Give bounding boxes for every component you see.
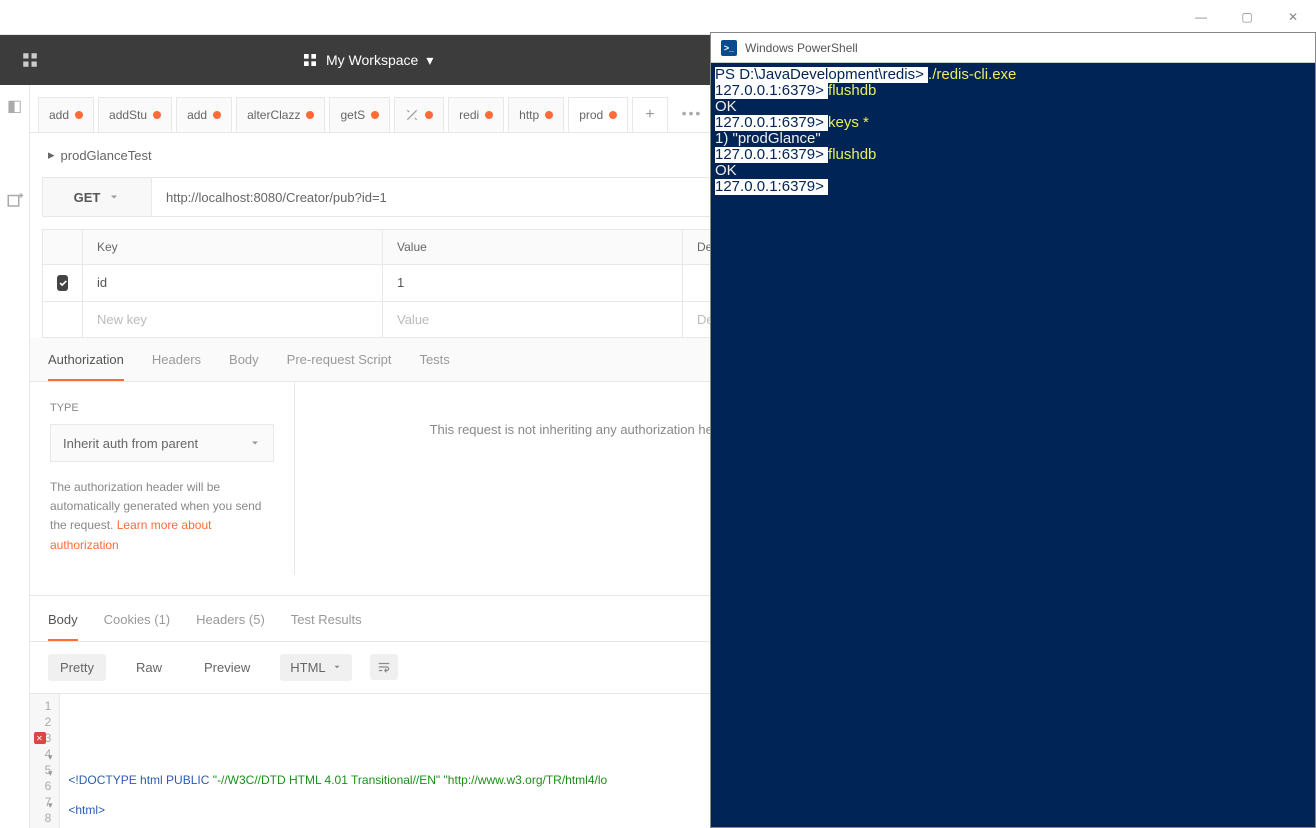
column-key: Key (83, 230, 383, 264)
unsaved-dot-icon (485, 111, 493, 119)
tab-add2[interactable]: add (176, 97, 232, 132)
tab-http[interactable]: http (508, 97, 564, 132)
auth-description: The authorization header will be automat… (50, 478, 274, 555)
param-key-placeholder[interactable]: New key (83, 302, 383, 337)
new-button[interactable] (16, 46, 44, 74)
subtab-tests[interactable]: Tests (419, 352, 449, 381)
breadcrumb-arrow-icon: ▸ (48, 147, 55, 163)
tab-prod[interactable]: prod (568, 97, 628, 132)
powershell-icon: >_ (721, 40, 737, 56)
chevron-down-icon (108, 191, 120, 203)
method-selector[interactable]: GET (42, 177, 152, 217)
wrap-icon (376, 660, 392, 674)
tab-untitled[interactable] (394, 97, 444, 132)
auth-type-select[interactable]: Inherit auth from parent (50, 424, 274, 462)
subtab-authorization[interactable]: Authorization (48, 352, 124, 381)
powershell-terminal[interactable]: PS D:\JavaDevelopment\redis> ./redis-cli… (711, 63, 1315, 199)
error-icon (34, 732, 46, 744)
chevron-down-icon: ▾ (426, 52, 433, 69)
unsaved-dot-icon (545, 111, 553, 119)
column-value: Value (383, 230, 683, 264)
grid-icon (302, 52, 318, 68)
chevron-down-icon (332, 662, 342, 672)
left-sidebar: ◧ (0, 85, 30, 828)
resp-tab-body[interactable]: Body (48, 612, 78, 641)
powershell-title: Windows PowerShell (745, 41, 858, 55)
param-key[interactable]: id (83, 265, 383, 301)
subtab-body[interactable]: Body (229, 352, 259, 381)
subtab-headers[interactable]: Headers (152, 352, 201, 381)
param-value[interactable]: 1 (383, 265, 683, 301)
subtab-prerequest[interactable]: Pre-request Script (287, 352, 392, 381)
view-pretty-button[interactable]: Pretty (48, 654, 106, 681)
unsaved-dot-icon (425, 111, 433, 119)
unsaved-dot-icon (75, 111, 83, 119)
unsaved-dot-icon (306, 111, 314, 119)
sidebar-collapse-icon[interactable]: ◧ (4, 95, 26, 117)
param-checkbox[interactable] (57, 275, 68, 291)
unsaved-dot-icon (153, 111, 161, 119)
check-icon (58, 278, 68, 288)
tab-add[interactable]: add (38, 97, 94, 132)
tab-addstu[interactable]: addStu (98, 97, 172, 132)
powershell-titlebar[interactable]: >_ Windows PowerShell (711, 33, 1315, 63)
unsaved-dot-icon (609, 111, 617, 119)
tab-redi[interactable]: redi (448, 97, 504, 132)
window-titlebar: — ▢ ✕ (0, 0, 1316, 35)
view-raw-button[interactable]: Raw (124, 654, 174, 681)
chevron-down-icon (249, 437, 261, 449)
plus-grid-icon (21, 51, 39, 69)
view-preview-button[interactable]: Preview (192, 654, 262, 681)
tab-new-button[interactable]: + (632, 97, 667, 132)
unsaved-dot-icon (213, 111, 221, 119)
param-value-placeholder[interactable]: Value (383, 302, 683, 337)
tab-overflow-button[interactable]: ••• (672, 97, 713, 132)
unsaved-dot-icon (371, 111, 379, 119)
sidebar-new-icon[interactable] (4, 189, 26, 211)
format-selector[interactable]: HTML (280, 654, 351, 681)
close-button[interactable]: ✕ (1270, 2, 1316, 32)
workspace-label: My Workspace (326, 52, 418, 68)
powershell-window: >_ Windows PowerShell PS D:\JavaDevelopm… (710, 32, 1316, 828)
resp-tab-headers[interactable]: Headers (5) (196, 612, 265, 641)
line-gutter: 1 2 3 ▾4 ▾5 6 ▾7 8 9 10 11 (30, 694, 60, 828)
resp-tab-cookies[interactable]: Cookies (1) (104, 612, 170, 641)
tab-gets[interactable]: getS (329, 97, 390, 132)
wand-icon (405, 108, 419, 122)
minimize-button[interactable]: — (1178, 2, 1224, 32)
tab-alterclazz[interactable]: alterClazz (236, 97, 325, 132)
wrap-toggle[interactable] (370, 654, 398, 680)
resp-tab-tests[interactable]: Test Results (291, 612, 362, 641)
workspace-selector[interactable]: My Workspace ▾ (302, 52, 433, 69)
request-name: prodGlanceTest (61, 148, 152, 163)
maximize-button[interactable]: ▢ (1224, 2, 1270, 32)
auth-type-label: TYPE (50, 402, 274, 414)
